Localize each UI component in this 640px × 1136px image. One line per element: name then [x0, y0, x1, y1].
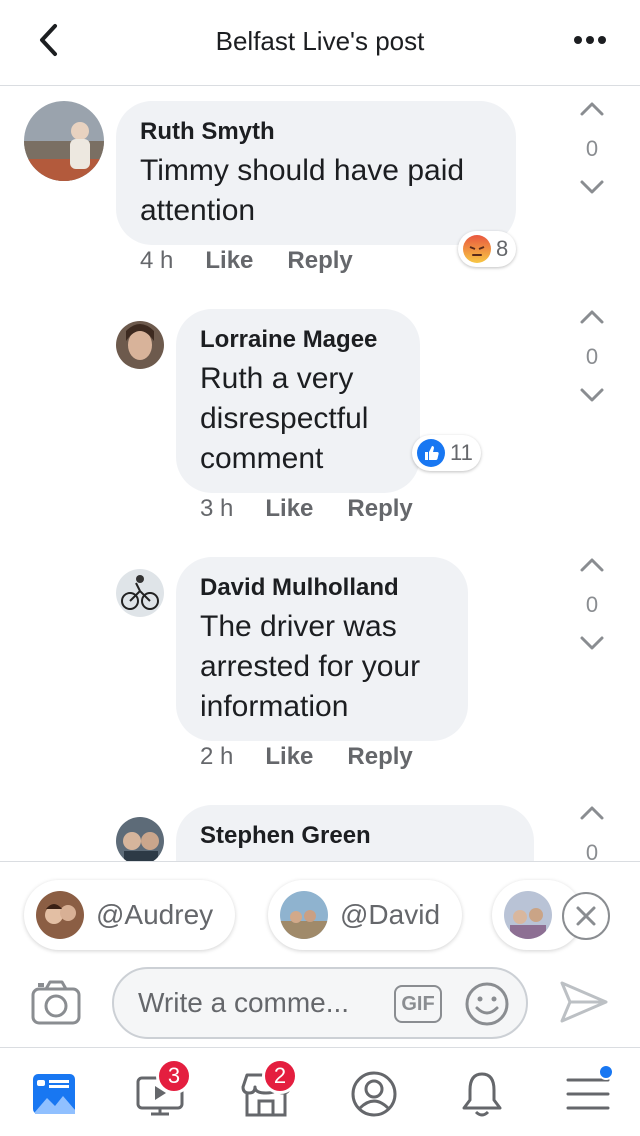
tab-news-feed[interactable]	[24, 1066, 84, 1122]
mention-label: @David	[340, 899, 441, 930]
more-horizontal-icon	[574, 36, 606, 44]
comment-bubble: Lorraine Magee Ruth a very disrespectful…	[176, 309, 420, 493]
reaction-count: 8	[496, 236, 509, 261]
notification-badge: 3	[156, 1058, 192, 1094]
comment-composer: Write a comme... GIF	[0, 961, 640, 1047]
comment-time: 2 h	[200, 743, 234, 770]
vote-controls: 0	[566, 309, 618, 403]
gif-button[interactable]: GIF	[394, 985, 442, 1023]
upvote-icon[interactable]	[579, 309, 605, 325]
comments-list: Ruth Smyth Timmy should have paid attent…	[0, 87, 640, 861]
reaction-summary[interactable]: 11	[412, 435, 481, 471]
news-feed-icon	[33, 1074, 75, 1114]
like-reaction-icon	[417, 439, 445, 467]
vote-count: 0	[585, 344, 599, 369]
comment-text: Timmy should have paid attention	[140, 154, 465, 227]
avatar	[504, 891, 552, 939]
angry-reaction-icon	[463, 235, 491, 263]
upvote-icon[interactable]	[579, 557, 605, 573]
reaction-count: 11	[450, 440, 473, 465]
top-bar: Belfast Live's post	[0, 0, 640, 86]
send-button[interactable]	[558, 977, 610, 1027]
tab-menu[interactable]	[558, 1064, 618, 1122]
tab-marketplace[interactable]: 2	[236, 1058, 298, 1122]
comment-text: The driver was arrested for your informa…	[200, 610, 421, 723]
mention-chip[interactable]: @David	[268, 880, 463, 950]
comment-author[interactable]: Stephen Green	[200, 821, 510, 851]
comment-author[interactable]: David Mulholland	[200, 573, 444, 603]
comment-author[interactable]: Ruth Smyth	[140, 117, 492, 147]
avatar[interactable]	[24, 101, 104, 181]
close-mentions-button[interactable]	[562, 892, 610, 940]
comment-author[interactable]: Lorraine Magee	[200, 325, 396, 355]
tab-notifications[interactable]	[452, 1066, 512, 1122]
tab-watch[interactable]: 3	[130, 1058, 192, 1122]
like-button[interactable]: Like	[205, 247, 253, 275]
send-icon	[560, 981, 608, 1023]
page-title: Belfast Live's post	[215, 26, 425, 56]
comment-meta: 3 h Like Reply	[200, 495, 413, 523]
reaction-summary[interactable]: 8	[458, 231, 517, 267]
comment-meta: 2 h Like Reply	[200, 743, 413, 771]
comment-input[interactable]: Write a comme... GIF	[112, 967, 528, 1039]
new-indicator-dot	[598, 1064, 614, 1080]
notification-badge: 2	[262, 1058, 298, 1094]
avatar[interactable]	[116, 569, 164, 617]
comment-text: Ruth a very disrespectful comment	[200, 362, 369, 475]
camera-icon	[31, 980, 81, 1025]
bell-icon	[462, 1072, 502, 1117]
downvote-icon[interactable]	[579, 179, 605, 195]
avatar[interactable]	[116, 817, 164, 861]
mention-suggestions: @Audrey @David	[0, 861, 640, 961]
avatar	[280, 891, 328, 939]
tab-profile[interactable]	[344, 1066, 404, 1122]
avatar[interactable]	[116, 321, 164, 369]
profile-icon	[351, 1071, 397, 1117]
comment-placeholder: Write a comme...	[138, 987, 350, 1018]
vote-count: 0	[585, 136, 599, 161]
close-icon	[576, 906, 596, 926]
emoji-icon[interactable]	[464, 981, 510, 1027]
mention-chip[interactable]: @Audrey	[24, 880, 236, 950]
like-button[interactable]: Like	[265, 743, 313, 771]
comment-meta: 4 h Like Reply	[140, 247, 353, 275]
mention-label: @Audrey	[96, 899, 214, 930]
menu-icon	[566, 1078, 610, 1110]
upvote-icon[interactable]	[579, 101, 605, 117]
camera-button[interactable]	[30, 977, 82, 1027]
vote-count: 0	[585, 592, 599, 617]
reply-button[interactable]: Reply	[287, 247, 352, 275]
reply-button[interactable]: Reply	[347, 743, 412, 771]
vote-controls: 0	[566, 805, 618, 861]
comment-time: 3 h	[200, 495, 234, 522]
avatar	[36, 891, 84, 939]
more-options-button[interactable]	[570, 22, 610, 58]
vote-count: 0	[585, 840, 599, 861]
comment-bubble: Stephen Green	[176, 805, 534, 861]
comment-time: 4 h	[140, 247, 174, 274]
vote-controls: 0	[566, 557, 618, 651]
downvote-icon[interactable]	[579, 635, 605, 651]
upvote-icon[interactable]	[579, 805, 605, 821]
vote-controls: 0	[566, 101, 618, 195]
bottom-navigation: 3 2	[0, 1047, 640, 1136]
like-button[interactable]: Like	[265, 495, 313, 523]
reply-button[interactable]: Reply	[347, 495, 412, 523]
comment-bubble: Ruth Smyth Timmy should have paid attent…	[116, 101, 516, 245]
comment-bubble: David Mulholland The driver was arrested…	[176, 557, 468, 741]
downvote-icon[interactable]	[579, 387, 605, 403]
